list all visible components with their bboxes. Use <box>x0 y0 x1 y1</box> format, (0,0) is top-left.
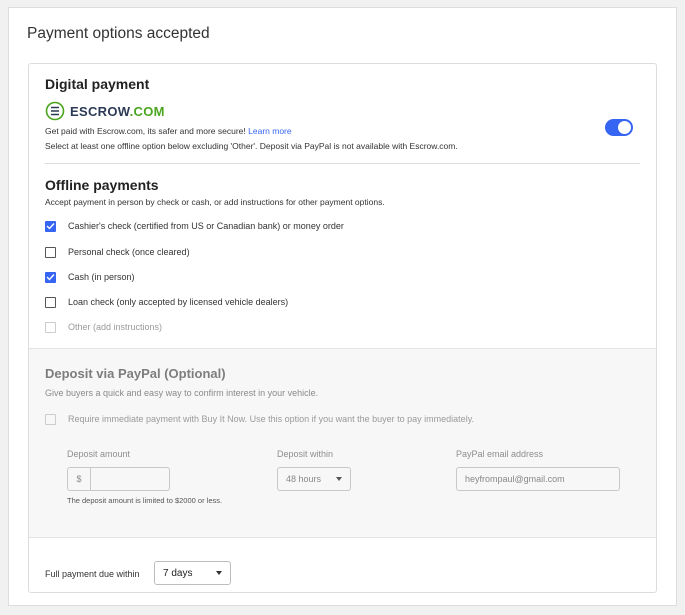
personal-check-checkbox[interactable] <box>45 246 56 258</box>
deposit-within-label: Deposit within <box>277 449 334 459</box>
section-divider <box>45 163 640 164</box>
cashiers-check-checkbox[interactable] <box>45 220 56 232</box>
full-payment-label: Full payment due within <box>45 569 140 579</box>
payment-options-panel: Payment options accepted Digital payment… <box>8 7 677 606</box>
paypal-email-input: heyfrompaul@gmail.com <box>456 467 620 491</box>
option-other: Other (add instructions) <box>45 320 162 334</box>
deposit-amount-note: The deposit amount is limited to $2000 o… <box>67 496 223 505</box>
checkbox-label: Require immediate payment with Buy It No… <box>68 414 475 424</box>
escrow-logo: ESCROW.COM <box>45 101 165 121</box>
paypal-deposit-heading: Deposit via PayPal (Optional) <box>45 366 226 381</box>
escrow-note: Select at least one offline option below… <box>45 141 458 151</box>
payment-options-card: Digital payment ESCROW.COM Get paid with… <box>28 63 657 593</box>
paypal-email-label: PayPal email address <box>456 449 544 459</box>
deposit-amount-input: $ <box>67 467 170 491</box>
checkbox-label: Personal check (once cleared) <box>68 247 190 257</box>
digital-payment-heading: Digital payment <box>45 76 150 92</box>
chevron-down-icon <box>216 571 222 575</box>
option-loan-check[interactable]: Loan check (only accepted by licensed ve… <box>45 295 288 309</box>
checkbox-label: Loan check (only accepted by licensed ve… <box>68 297 289 307</box>
full-payment-value: 7 days <box>163 567 193 579</box>
cash-checkbox[interactable] <box>45 271 56 283</box>
deposit-within-select: 48 hours <box>277 467 351 491</box>
deposit-amount-label: Deposit amount <box>67 449 131 459</box>
paypal-deposit-description: Give buyers a quick and easy way to conf… <box>45 388 319 398</box>
chevron-down-icon <box>336 477 342 481</box>
escrow-description: Get paid with Escrow.com, its safer and … <box>45 126 292 136</box>
full-payment-select[interactable]: 7 days <box>154 561 231 585</box>
option-cash[interactable]: Cash (in person) <box>45 270 135 284</box>
currency-prefix: $ <box>68 468 91 490</box>
deposit-within-value: 48 hours <box>286 474 322 484</box>
paypal-deposit-section: Deposit via PayPal (Optional) Give buyer… <box>29 348 656 538</box>
other-checkbox <box>45 321 56 333</box>
learn-more-link[interactable]: Learn more <box>248 126 291 136</box>
offline-payments-description: Accept payment in person by check or cas… <box>45 197 385 207</box>
loan-check-checkbox[interactable] <box>45 296 56 308</box>
require-immediate-payment-checkbox <box>45 413 56 425</box>
offline-payments-heading: Offline payments <box>45 177 159 193</box>
page-title: Payment options accepted <box>27 25 210 42</box>
checkmark-icon <box>46 223 55 230</box>
escrow-shield-icon <box>45 101 65 121</box>
option-require-immediate-payment: Require immediate payment with Buy It No… <box>45 412 474 426</box>
escrow-toggle[interactable] <box>605 119 633 136</box>
checkbox-label: Other (add instructions) <box>68 322 163 332</box>
toggle-knob <box>618 121 631 134</box>
checkbox-label: Cashier's check (certified from US or Ca… <box>68 221 344 231</box>
checkmark-icon <box>46 274 55 281</box>
option-cashiers-check[interactable]: Cashier's check (certified from US or Ca… <box>45 219 344 233</box>
option-personal-check[interactable]: Personal check (once cleared) <box>45 245 190 259</box>
checkbox-label: Cash (in person) <box>68 272 135 282</box>
escrow-logo-text: ESCROW.COM <box>70 103 165 119</box>
